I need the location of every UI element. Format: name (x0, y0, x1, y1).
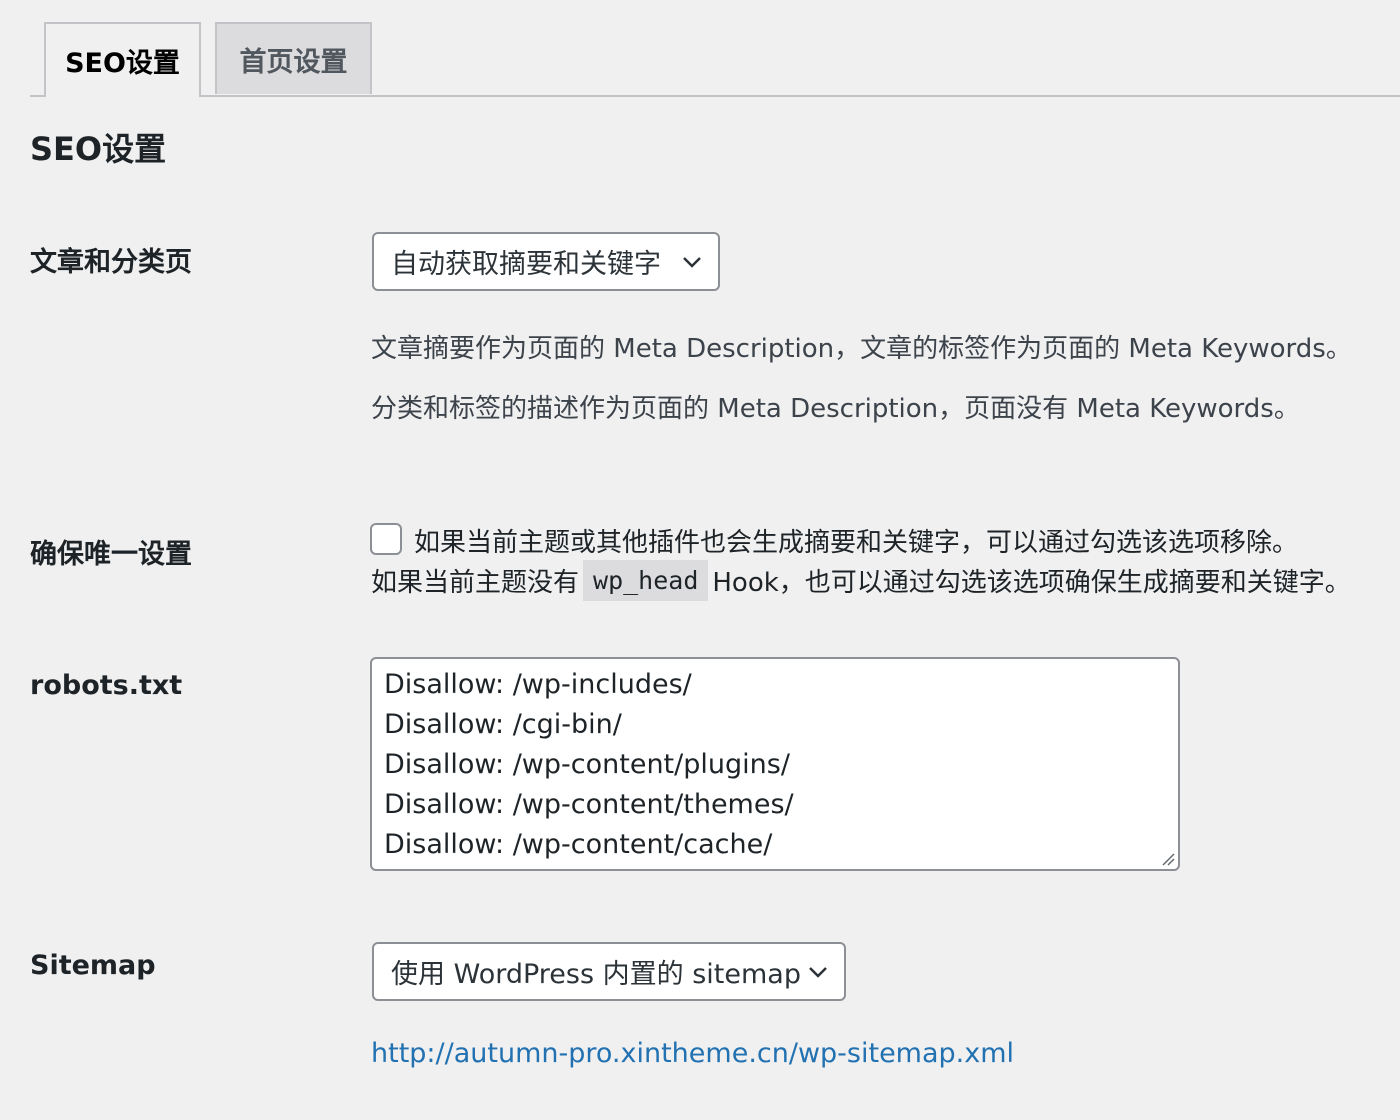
section-title: SEO设置 (30, 130, 167, 168)
robots-textarea[interactable]: Disallow: /wp-includes/ Disallow: /cgi-b… (370, 657, 1180, 871)
robots-line: Disallow: /wp-content/themes/ (384, 789, 794, 820)
wp-head-code: wp_head (583, 560, 709, 601)
robots-line: Disallow: /wp-includes/ (384, 669, 692, 700)
unique-checkbox[interactable] (370, 523, 402, 555)
robots-row-label: robots.txt (30, 670, 183, 701)
article-row-label: 文章和分类页 (30, 247, 192, 278)
sitemap-select[interactable]: 使用 WordPress 内置的 sitemap (372, 942, 846, 1001)
robots-line: Disallow: /wp-content/cache/ (384, 829, 773, 860)
sitemap-row-label: Sitemap (30, 950, 156, 981)
article-description-1: 文章摘要作为页面的 Meta Description，文章的标签作为页面的 Me… (371, 334, 1352, 364)
sitemap-select-value: 使用 WordPress 内置的 sitemap (391, 959, 801, 990)
chevron-down-icon (683, 256, 701, 268)
resize-handle-icon[interactable] (1161, 852, 1175, 866)
tab-seo-settings[interactable]: SEO设置 (44, 22, 201, 97)
tab-bar: SEO设置 首页设置 (30, 22, 1400, 97)
settings-page: SEO设置 首页设置 SEO设置 文章和分类页 自动获取摘要和关键字 文章摘要作… (0, 0, 1400, 1120)
unique-row-label: 确保唯一设置 (30, 539, 192, 570)
unique-hint-prefix: 如果当前主题没有 (371, 568, 580, 598)
unique-checkbox-label: 如果当前主题或其他插件也会生成摘要和关键字，可以通过勾选该选项移除。 (414, 528, 1299, 558)
unique-hint: 如果当前主题没有 wp_head Hook，也可以通过勾选该选项确保生成摘要和关… (371, 560, 1351, 601)
chevron-down-icon (809, 966, 827, 978)
article-mode-select-value: 自动获取摘要和关键字 (391, 249, 661, 280)
robots-line: Disallow: /cgi-bin/ (384, 709, 622, 740)
article-mode-select[interactable]: 自动获取摘要和关键字 (372, 232, 720, 291)
sitemap-link[interactable]: http://autumn-pro.xintheme.cn/wp-sitemap… (371, 1038, 1014, 1069)
robots-line: Disallow: /wp-content/plugins/ (384, 749, 790, 780)
article-description-2: 分类和标签的描述作为页面的 Meta Description，页面没有 Meta… (371, 394, 1300, 424)
tab-home-settings[interactable]: 首页设置 (215, 22, 372, 94)
unique-hint-suffix: Hook，也可以通过勾选该选项确保生成摘要和关键字。 (712, 568, 1351, 598)
